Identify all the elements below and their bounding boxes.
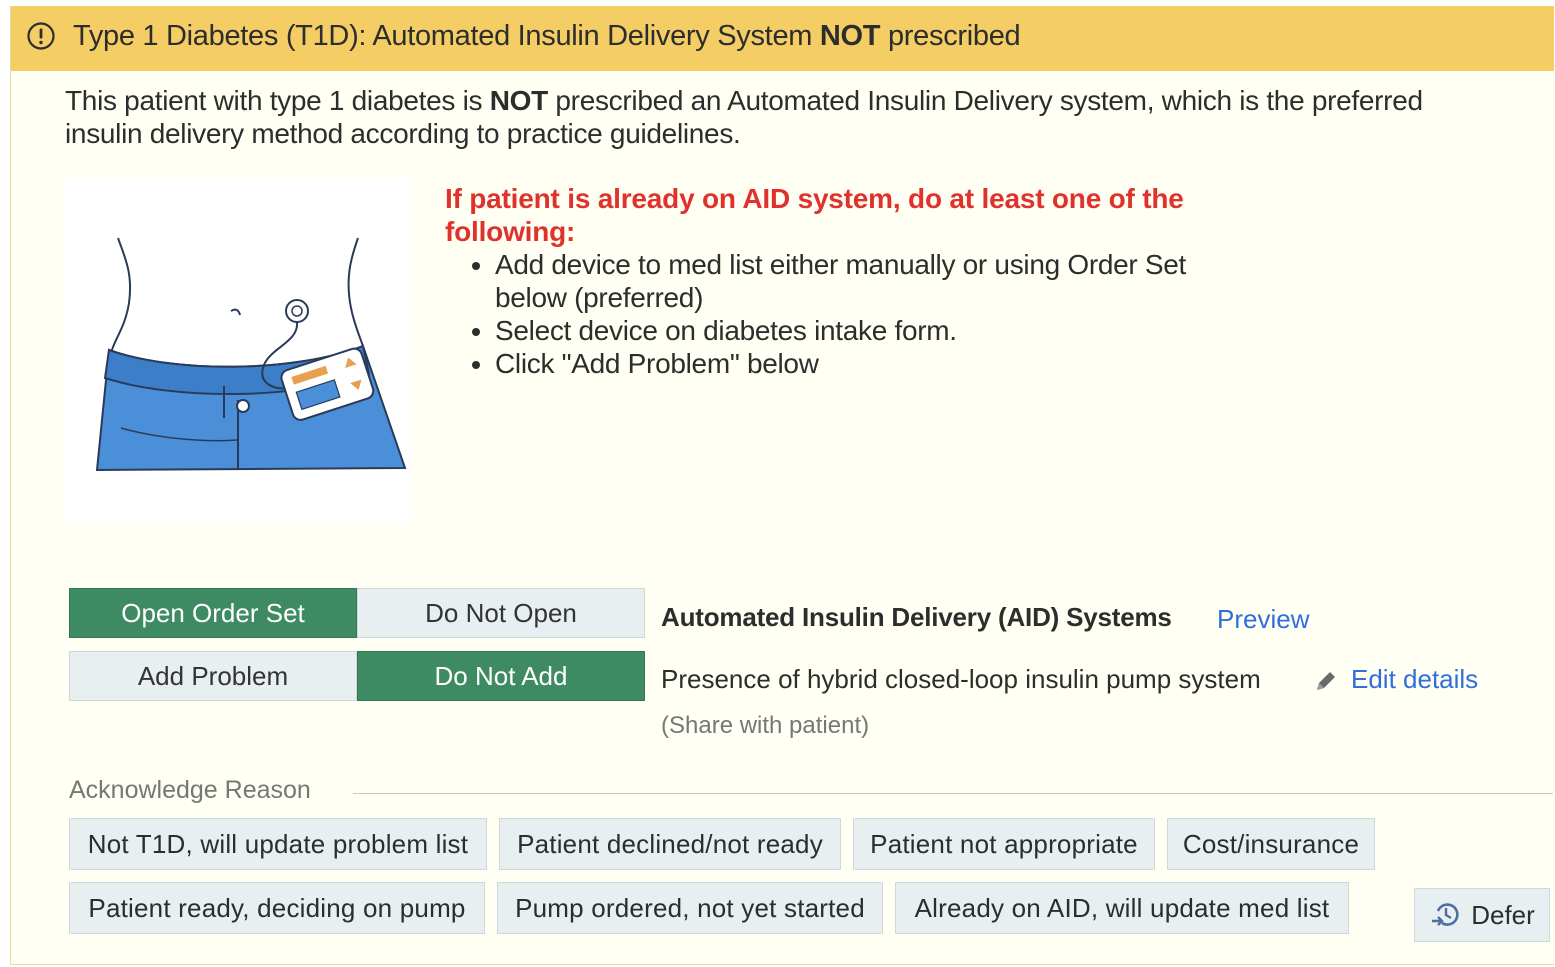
preview-link[interactable]: Preview	[1217, 604, 1309, 635]
do-not-open-button[interactable]: Do Not Open	[357, 588, 645, 638]
reason-pump-ordered-button[interactable]: Pump ordered, not yet started	[497, 882, 883, 934]
divider	[353, 793, 1553, 794]
instruction-item: Select device on diabetes intake form.	[495, 314, 1245, 347]
pencil-icon[interactable]	[1313, 668, 1339, 694]
reason-deciding-on-pump-button[interactable]: Patient ready, deciding on pump	[69, 882, 485, 934]
instructions-list: Add device to med list either manually o…	[445, 248, 1245, 380]
insulin-pump-illustration	[63, 178, 413, 523]
open-order-set-button[interactable]: Open Order Set	[69, 588, 357, 638]
alert-panel: Type 1 Diabetes (T1D): Automated Insulin…	[10, 6, 1554, 965]
reason-not-t1d-button[interactable]: Not T1D, will update problem list	[69, 818, 487, 870]
instruction-item: Click "Add Problem" below	[495, 347, 1245, 380]
defer-label: Defer	[1471, 899, 1535, 930]
acknowledge-reason-label: Acknowledge Reason	[69, 776, 311, 804]
alert-description: This patient with type 1 diabetes is NOT…	[65, 85, 1423, 149]
alert-header: Type 1 Diabetes (T1D): Automated Insulin…	[11, 6, 1554, 71]
problem-text: Presence of hybrid closed-loop insulin p…	[661, 664, 1261, 694]
reason-already-on-aid-button[interactable]: Already on AID, will update med list	[895, 882, 1349, 934]
defer-clock-icon	[1432, 903, 1459, 926]
edit-details-link[interactable]: Edit details	[1351, 664, 1478, 695]
order-set-title: Automated Insulin Delivery (AID) Systems	[661, 602, 1172, 632]
reason-patient-declined-button[interactable]: Patient declined/not ready	[499, 818, 841, 870]
instructions-block: If patient is already on AID system, do …	[445, 182, 1245, 380]
reason-cost-insurance-button[interactable]: Cost/insurance	[1167, 818, 1375, 870]
reason-patient-not-appropriate-button[interactable]: Patient not appropriate	[853, 818, 1155, 870]
instructions-heading: If patient is already on AID system, do …	[445, 183, 1184, 247]
instruction-item: Add device to med list either manually o…	[495, 248, 1245, 314]
exclamation-circle-icon	[27, 22, 55, 50]
defer-button[interactable]: Defer	[1414, 888, 1550, 942]
add-problem-button[interactable]: Add Problem	[69, 651, 357, 701]
alert-title: Type 1 Diabetes (T1D): Automated Insulin…	[73, 20, 1021, 52]
share-with-patient-label[interactable]: (Share with patient)	[661, 712, 869, 740]
do-not-add-button[interactable]: Do Not Add	[357, 651, 645, 701]
